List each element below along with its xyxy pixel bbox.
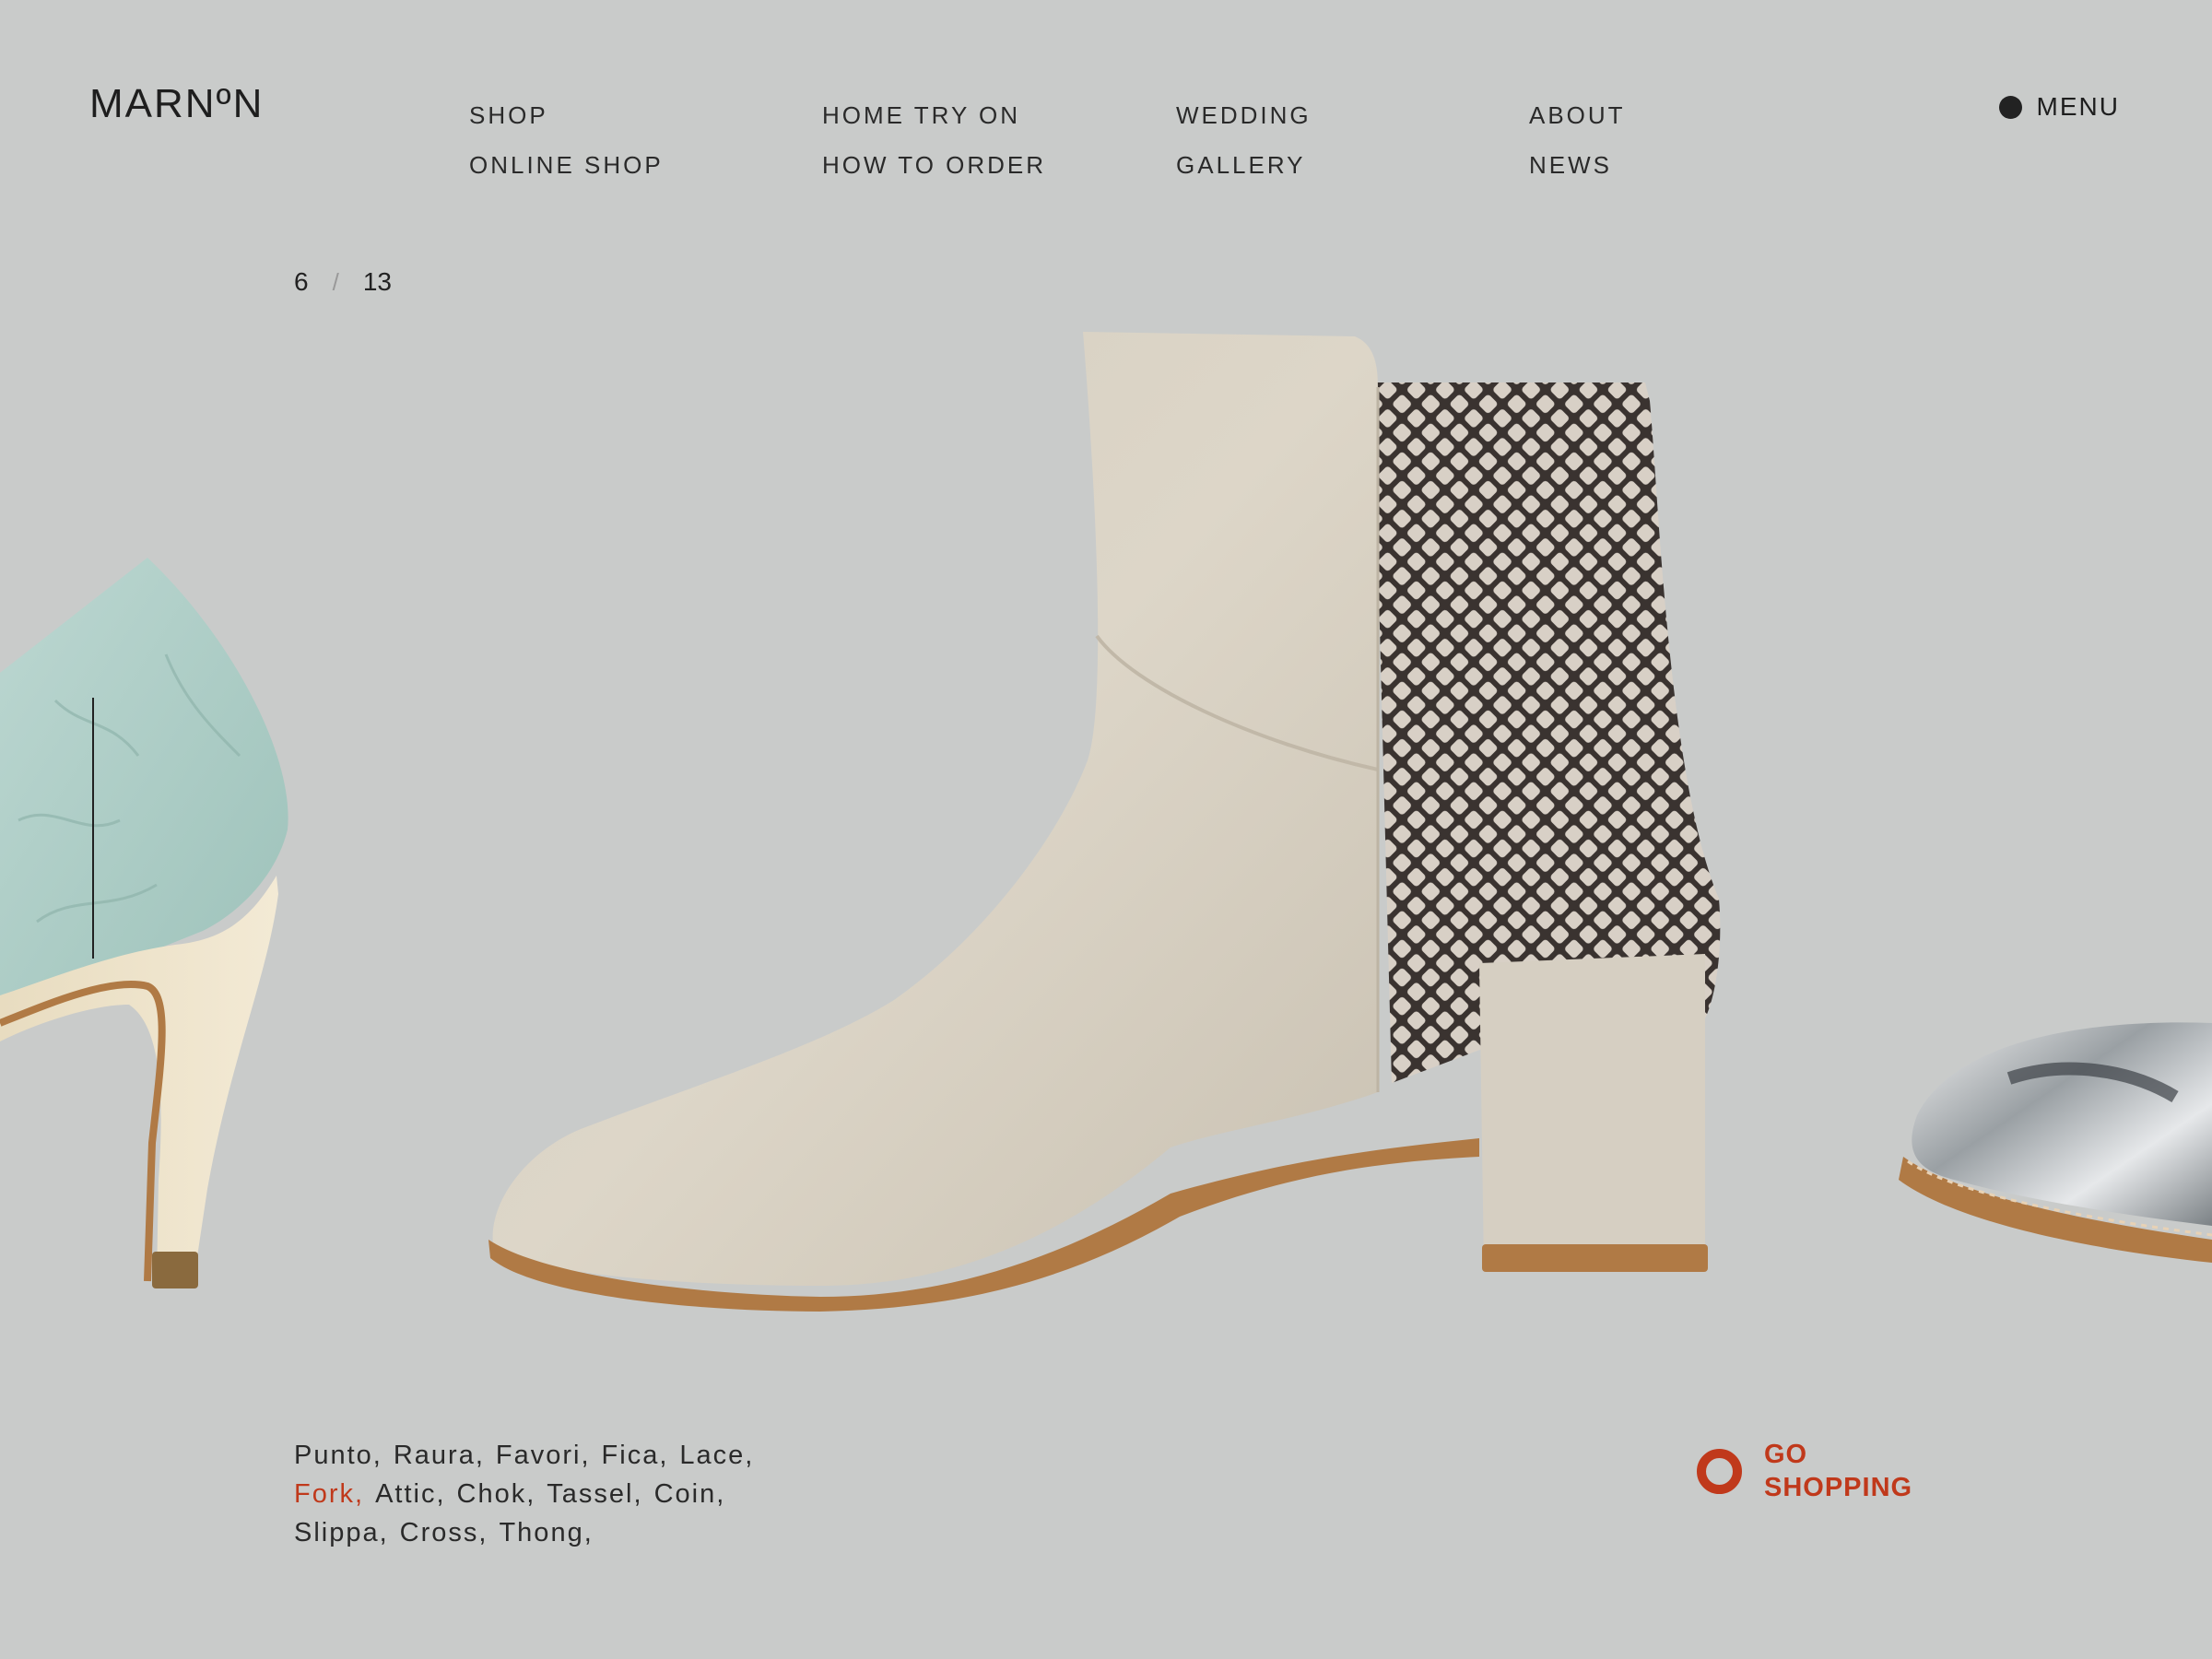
ring-icon [1697, 1448, 1742, 1494]
nav-column-4: ABOUT NEWS [1529, 90, 1626, 190]
nav-column-1: SHOP ONLINE SHOP [469, 90, 664, 190]
go-shopping-label-line-2: SHOPPING [1764, 1473, 1913, 1502]
nav-link-about[interactable]: ABOUT [1529, 90, 1626, 140]
product-name-link[interactable]: Fork, [294, 1479, 364, 1509]
product-names-list: Punto, Raura, Favori, Fica, Lace, Fork, Attic,… [294, 1436, 847, 1552]
dot-icon [1998, 95, 2022, 119]
slide-total: 13 [362, 267, 392, 296]
slide-counter: 6 / 13 [294, 267, 392, 297]
slide-separator: / [332, 267, 339, 296]
product-name-link[interactable]: Chok, [457, 1479, 536, 1509]
product-name-link[interactable]: Favori, [496, 1441, 591, 1470]
nav-link-news[interactable]: NEWS [1529, 140, 1626, 190]
next-shoe-image[interactable] [1899, 1005, 2212, 1281]
product-name-link[interactable]: Cross, [400, 1518, 488, 1547]
nav-link-online-shop[interactable]: ONLINE SHOP [469, 140, 664, 190]
nav-link-shop[interactable]: SHOP [469, 90, 664, 140]
product-name-link[interactable]: Fica, [602, 1441, 669, 1470]
menu-button[interactable]: MENU [1998, 92, 2120, 122]
product-name-link[interactable]: Tassel, [547, 1479, 642, 1509]
product-name-link[interactable]: Slippa, [294, 1518, 389, 1547]
featured-boot-image[interactable] [470, 318, 1760, 1313]
go-shopping-label-line-1: GO [1764, 1440, 1808, 1469]
product-name-link[interactable]: Punto, [294, 1441, 382, 1470]
product-name-link[interactable]: Coin, [654, 1479, 726, 1509]
product-name-link[interactable]: Raura, [394, 1441, 485, 1470]
slide-current: 6 [294, 267, 309, 296]
previous-shoe-image[interactable] [0, 544, 304, 1300]
nav-column-3: WEDDING GALLERY [1176, 90, 1312, 190]
product-name-link[interactable]: Thong, [499, 1518, 593, 1547]
nav-link-wedding[interactable]: WEDDING [1176, 90, 1312, 140]
nav-link-how-to-order[interactable]: HOW TO ORDER [822, 140, 1046, 190]
go-shopping-button[interactable]: GO SHOPPING [1697, 1438, 1912, 1504]
carousel-indicator-line [92, 698, 94, 959]
nav-link-home-try-on[interactable]: HOME TRY ON [822, 90, 1046, 140]
nav-column-2: HOME TRY ON HOW TO ORDER [822, 90, 1046, 190]
product-name-link[interactable]: Lace, [679, 1441, 754, 1470]
go-shopping-label: GO SHOPPING [1764, 1438, 1912, 1504]
menu-label: MENU [2036, 92, 2120, 121]
nav-link-gallery[interactable]: GALLERY [1176, 140, 1312, 190]
brand-logo[interactable]: MARNºN [89, 81, 264, 127]
product-name-link[interactable]: Attic, [375, 1479, 445, 1509]
